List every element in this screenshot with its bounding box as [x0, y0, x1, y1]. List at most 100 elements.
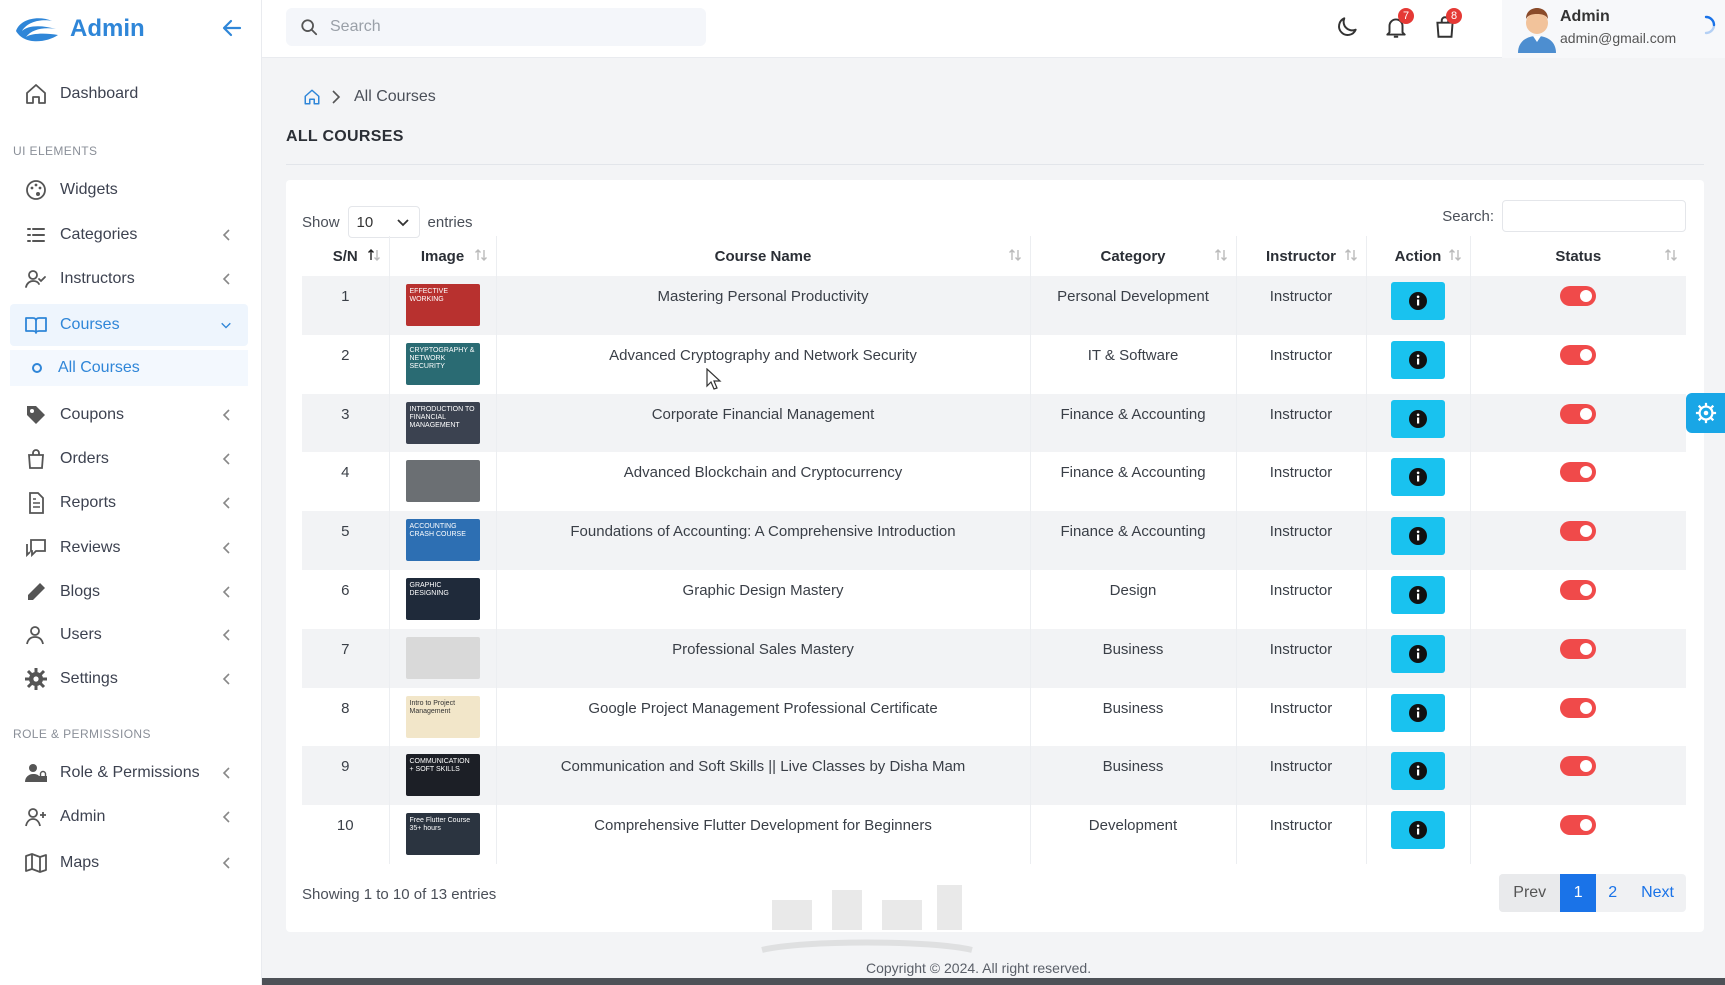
- info-icon: [1409, 762, 1427, 781]
- sidebar-item-reports[interactable]: Reports: [10, 482, 248, 524]
- status-toggle[interactable]: [1560, 815, 1597, 836]
- course-thumbnail[interactable]: EFFECTIVE WORKING: [405, 284, 480, 326]
- course-thumbnail[interactable]: Intro to Project Management: [405, 695, 480, 738]
- cell-sn: 6: [302, 569, 390, 629]
- info-icon: [1409, 821, 1427, 840]
- cell-action: [1366, 628, 1471, 688]
- sidebar-item-users[interactable]: Users: [10, 614, 248, 656]
- sidebar-item-instructors[interactable]: Instructors: [10, 258, 248, 300]
- cell-course-name: Graphic Design Mastery: [496, 569, 1031, 629]
- table-row: 4 Advanced Blockchain and Cryptocurrency…: [302, 452, 1686, 512]
- status-toggle[interactable]: [1560, 579, 1597, 600]
- status-toggle[interactable]: [1560, 462, 1597, 483]
- home-icon[interactable]: [303, 88, 321, 106]
- course-thumbnail[interactable]: [405, 636, 480, 679]
- course-info-button[interactable]: [1391, 399, 1445, 438]
- course-info-button[interactable]: [1391, 340, 1445, 379]
- moon-icon[interactable]: [1334, 14, 1360, 40]
- table-search-input[interactable]: [1502, 200, 1686, 232]
- collapse-sidebar-icon[interactable]: [220, 16, 244, 40]
- cell-image: Free Flutter Course 35+ hours: [389, 805, 497, 864]
- thumbnail-caption: EFFECTIVE WORKING: [409, 288, 449, 303]
- page-2-button[interactable]: 2: [1596, 874, 1629, 912]
- course-thumbnail[interactable]: Free Flutter Course 35+ hours: [405, 813, 480, 856]
- info-icon: [1409, 644, 1427, 663]
- column-header-image[interactable]: Image: [389, 236, 497, 276]
- course-thumbnail[interactable]: [405, 460, 480, 503]
- next-page-button[interactable]: Next: [1629, 874, 1686, 912]
- sidebar-item-categories[interactable]: Categories: [10, 214, 248, 256]
- cell-instructor: Instructor: [1236, 276, 1367, 335]
- sidebar-item-maps[interactable]: Maps: [10, 842, 248, 884]
- file-text-icon: [29, 492, 44, 514]
- sidebar-item-label: Reviews: [60, 539, 121, 556]
- cell-image: [389, 452, 497, 512]
- entries-select[interactable]: 10: [347, 206, 420, 238]
- sidebar-item-label: Coupons: [60, 406, 125, 423]
- sidebar-item-admin[interactable]: Admin: [10, 796, 248, 838]
- map-icon: [25, 853, 47, 873]
- brand-name: Admin: [70, 15, 145, 42]
- status-toggle[interactable]: [1560, 286, 1597, 306]
- sidebar-item-label: Users: [60, 626, 102, 643]
- course-thumbnail[interactable]: ACCOUNTING CRASH COURSE: [405, 519, 480, 562]
- cell-action: [1366, 452, 1471, 512]
- sort-icon: [1008, 249, 1021, 261]
- sidebar-item-label: Settings: [60, 670, 118, 687]
- sidebar-item-coupons[interactable]: Coupons: [10, 394, 248, 436]
- prev-page-button[interactable]: Prev: [1499, 874, 1561, 912]
- sidebar-item-courses[interactable]: Courses: [10, 304, 248, 346]
- cell-sn: 7: [302, 628, 390, 688]
- course-thumbnail[interactable]: INTRODUCTION TO FINANCIAL MANAGEMENT: [405, 401, 480, 444]
- course-info-button[interactable]: [1391, 517, 1445, 556]
- user-menu[interactable]: Admin admin@gmail.com: [1502, 0, 1725, 58]
- status-toggle[interactable]: [1560, 756, 1597, 777]
- sidebar-item-label: Role & Permissions: [60, 764, 200, 781]
- info-icon: [1409, 292, 1427, 310]
- cell-instructor: Instructor: [1236, 452, 1367, 512]
- course-info-button[interactable]: [1391, 693, 1445, 732]
- sidebar-item-orders[interactable]: Orders: [10, 438, 248, 480]
- course-info-button[interactable]: [1391, 634, 1445, 673]
- sidebar-subitem-all-courses[interactable]: All Courses: [10, 350, 248, 386]
- status-toggle[interactable]: [1560, 638, 1597, 659]
- status-toggle[interactable]: [1560, 344, 1597, 365]
- chevron-left-icon: [222, 273, 230, 285]
- sidebar-item-reviews[interactable]: Reviews: [10, 527, 248, 569]
- column-header-status[interactable]: Status: [1470, 236, 1686, 276]
- sidebar-item-dashboard[interactable]: Dashboard: [10, 73, 248, 115]
- chevron-left-icon: [222, 629, 230, 641]
- cell-action: [1366, 746, 1471, 806]
- page-1-button[interactable]: 1: [1560, 874, 1597, 912]
- table-header-row: S/N Image Course Name Category Instructo…: [302, 236, 1686, 276]
- course-info-button[interactable]: [1391, 575, 1445, 614]
- column-header-course-name[interactable]: Course Name: [496, 236, 1031, 276]
- info-icon: [1409, 409, 1427, 428]
- global-search[interactable]: [286, 8, 706, 46]
- sort-icon: [474, 249, 487, 261]
- search-icon: [301, 19, 318, 36]
- course-thumbnail[interactable]: COMMUNICATION + SOFT SKILLS: [405, 754, 480, 797]
- cell-category: Finance & Accounting: [1030, 511, 1237, 570]
- sidebar-item-settings[interactable]: Settings: [10, 658, 248, 700]
- course-info-button[interactable]: [1391, 752, 1445, 791]
- column-header-sn[interactable]: S/N: [302, 236, 390, 276]
- sidebar-item-role-permissions[interactable]: Role & Permissions: [10, 752, 248, 794]
- course-info-button[interactable]: [1391, 811, 1445, 850]
- sidebar-item-blogs[interactable]: Blogs: [10, 571, 248, 613]
- search-input[interactable]: [330, 18, 690, 36]
- column-header-action[interactable]: Action: [1366, 236, 1471, 276]
- status-toggle[interactable]: [1560, 697, 1597, 718]
- sidebar-item-label: Maps: [60, 854, 100, 871]
- course-thumbnail[interactable]: CRYPTOGRAPHY & NETWORK SECURITY: [405, 342, 480, 385]
- column-header-instructor[interactable]: Instructor: [1236, 236, 1367, 276]
- chevron-down-icon: [396, 219, 409, 227]
- status-toggle[interactable]: [1560, 521, 1597, 542]
- course-thumbnail[interactable]: GRAPHIC DESIGNING: [405, 577, 480, 620]
- column-header-category[interactable]: Category: [1030, 236, 1237, 276]
- course-info-button[interactable]: [1391, 458, 1445, 497]
- course-info-button[interactable]: [1391, 282, 1445, 320]
- status-toggle[interactable]: [1560, 403, 1597, 424]
- theme-settings-button[interactable]: [1686, 393, 1725, 433]
- sidebar-item-widgets[interactable]: Widgets: [10, 169, 248, 211]
